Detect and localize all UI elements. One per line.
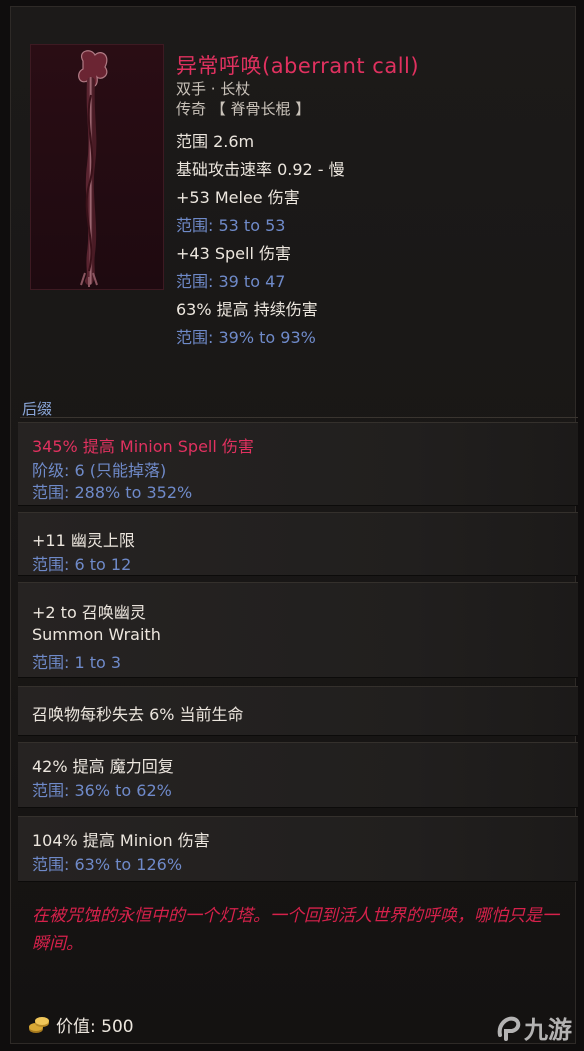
affix-range: 范围: 63% to 126% — [32, 855, 183, 874]
affix-block[interactable]: +11 幽灵上限 范围: 6 to 12 — [18, 512, 578, 576]
affix-tier: 阶级: 6 (只能掉落) — [32, 461, 167, 480]
stat-spell-damage-range: 范围: 39 to 47 — [176, 272, 286, 291]
stat-melee-damage-range: 范围: 53 to 53 — [176, 216, 286, 235]
watermark-logo-icon — [497, 1016, 521, 1041]
staff-item-image — [78, 50, 108, 287]
stat-dot-damage-range: 范围: 39% to 93% — [176, 328, 316, 347]
affix-line-skill-name: Summon Wraith — [32, 625, 161, 644]
item-type: 双手 · 长杖 — [176, 80, 251, 98]
affix-line: 召唤物每秒失去 6% 当前生命 — [32, 705, 244, 724]
watermark-text: 九游 — [524, 1016, 572, 1044]
item-image-frame — [30, 44, 164, 290]
affix-block[interactable]: 104% 提高 Minion 伤害 范围: 63% to 126% — [18, 816, 578, 882]
value-label: 价值: 500 — [56, 1016, 134, 1037]
affix-block[interactable]: +2 to 召唤幽灵 Summon Wraith 范围: 1 to 3 — [18, 582, 578, 678]
affix-range: 范围: 288% to 352% — [32, 483, 193, 502]
item-value: 价值: 500 — [28, 1012, 134, 1037]
affix-line: +11 幽灵上限 — [32, 531, 135, 550]
stat-dot-damage: 63% 提高 持续伤害 — [176, 300, 318, 319]
affix-range: 范围: 6 to 12 — [32, 555, 132, 574]
gold-coin-icon — [29, 1017, 49, 1033]
affix-block[interactable]: 召唤物每秒失去 6% 当前生命 — [18, 686, 578, 736]
affix-range: 范围: 36% to 62% — [32, 781, 172, 800]
affix-range: 范围: 1 to 3 — [32, 653, 122, 672]
stat-attack-speed: 基础攻击速率 0.92 - 慢 — [176, 160, 345, 179]
section-divider — [20, 417, 578, 418]
item-lore-text: 在被咒蚀的永恒中的一个灯塔。一个回到活人世界的呼唤，哪怕只是一瞬间。 — [32, 906, 559, 954]
affix-line: 42% 提高 魔力回复 — [32, 757, 174, 776]
affix-line: 345% 提高 Minion Spell 伤害 — [32, 437, 254, 456]
item-name: 异常呼唤(aberrant call) — [176, 54, 420, 78]
stat-range: 范围 2.6m — [176, 132, 255, 151]
item-rarity: 传奇 【 脊骨长棍 】 — [176, 100, 311, 118]
stat-melee-damage: +53 Melee 伤害 — [176, 188, 300, 207]
affix-section-title: 后缀 — [22, 400, 53, 418]
affix-block[interactable]: 42% 提高 魔力回复 范围: 36% to 62% — [18, 742, 578, 808]
watermark: 九游 — [494, 1010, 572, 1045]
affix-block[interactable]: 345% 提高 Minion Spell 伤害 阶级: 6 (只能掉落) 范围:… — [18, 422, 578, 506]
affix-line: 104% 提高 Minion 伤害 — [32, 831, 210, 850]
stat-spell-damage: +43 Spell 伤害 — [176, 244, 291, 263]
affix-line: +2 to 召唤幽灵 — [32, 603, 146, 622]
